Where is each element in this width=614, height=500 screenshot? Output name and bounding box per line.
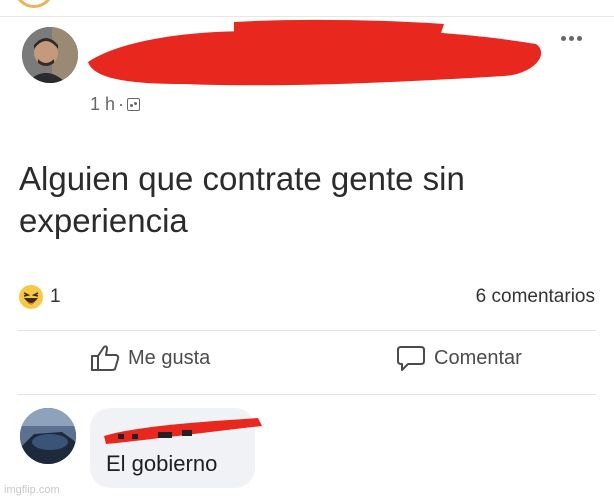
haha-icon: [19, 285, 43, 309]
post-time[interactable]: 1 h: [90, 94, 115, 115]
comment-icon: [397, 346, 425, 371]
meta-separator: ·: [118, 94, 125, 114]
friends-privacy-icon[interactable]: [127, 98, 141, 111]
more-options-icon[interactable]: [556, 28, 586, 48]
facebook-post: 1 h · Alguien que contrate gente sin exp…: [0, 0, 614, 500]
actions-divider: [18, 394, 596, 395]
like-button[interactable]: Me gusta: [90, 344, 210, 372]
reactions-summary[interactable]: 1: [18, 284, 61, 310]
previous-post-avatar-edge: [14, 0, 54, 8]
comment-button[interactable]: Comentar: [396, 344, 522, 372]
comment-label: Comentar: [434, 346, 522, 369]
redacted-author-name: [88, 19, 542, 86]
post-text: Alguien que contrate gente sin experienc…: [19, 160, 465, 239]
post-meta: 1 h ·: [90, 94, 141, 115]
comment-text: El gobierno: [106, 451, 218, 476]
redacted-commenter-name: [104, 418, 262, 444]
poster-avatar[interactable]: [22, 27, 78, 83]
top-divider: [0, 16, 614, 17]
stats-divider: [18, 330, 596, 331]
comments-count[interactable]: 6 comentarios: [476, 286, 595, 308]
like-label: Me gusta: [128, 346, 211, 369]
thumbs-up-icon: [91, 345, 120, 371]
commenter-avatar[interactable]: [20, 408, 76, 464]
reaction-count: 1: [50, 286, 61, 307]
imgflip-watermark: imgflip.com: [4, 484, 60, 496]
